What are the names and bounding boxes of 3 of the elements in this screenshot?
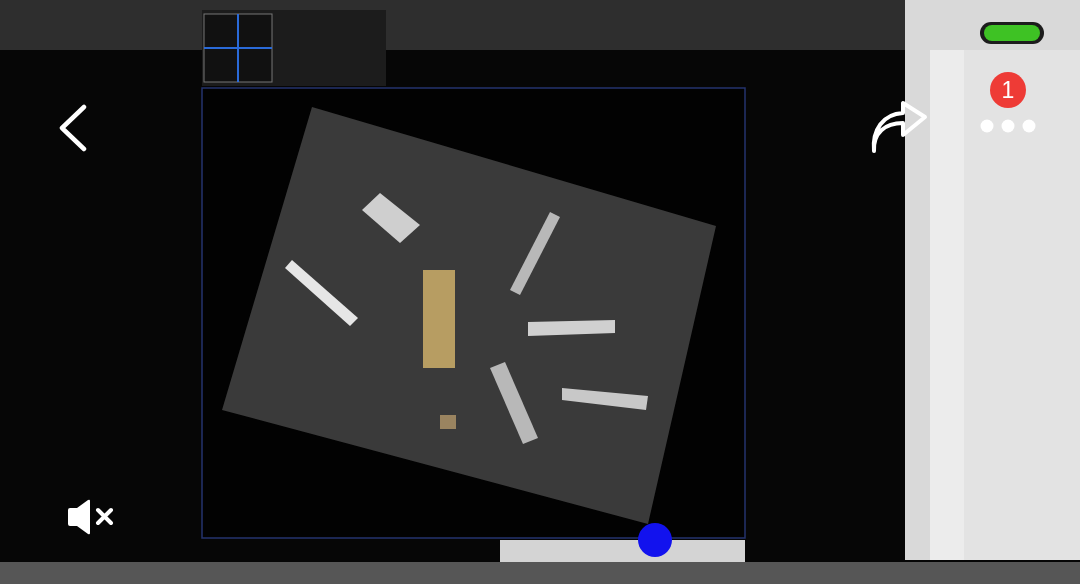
more-icon bbox=[980, 119, 1036, 133]
chevron-left-icon bbox=[58, 104, 88, 152]
share-icon bbox=[870, 100, 928, 154]
